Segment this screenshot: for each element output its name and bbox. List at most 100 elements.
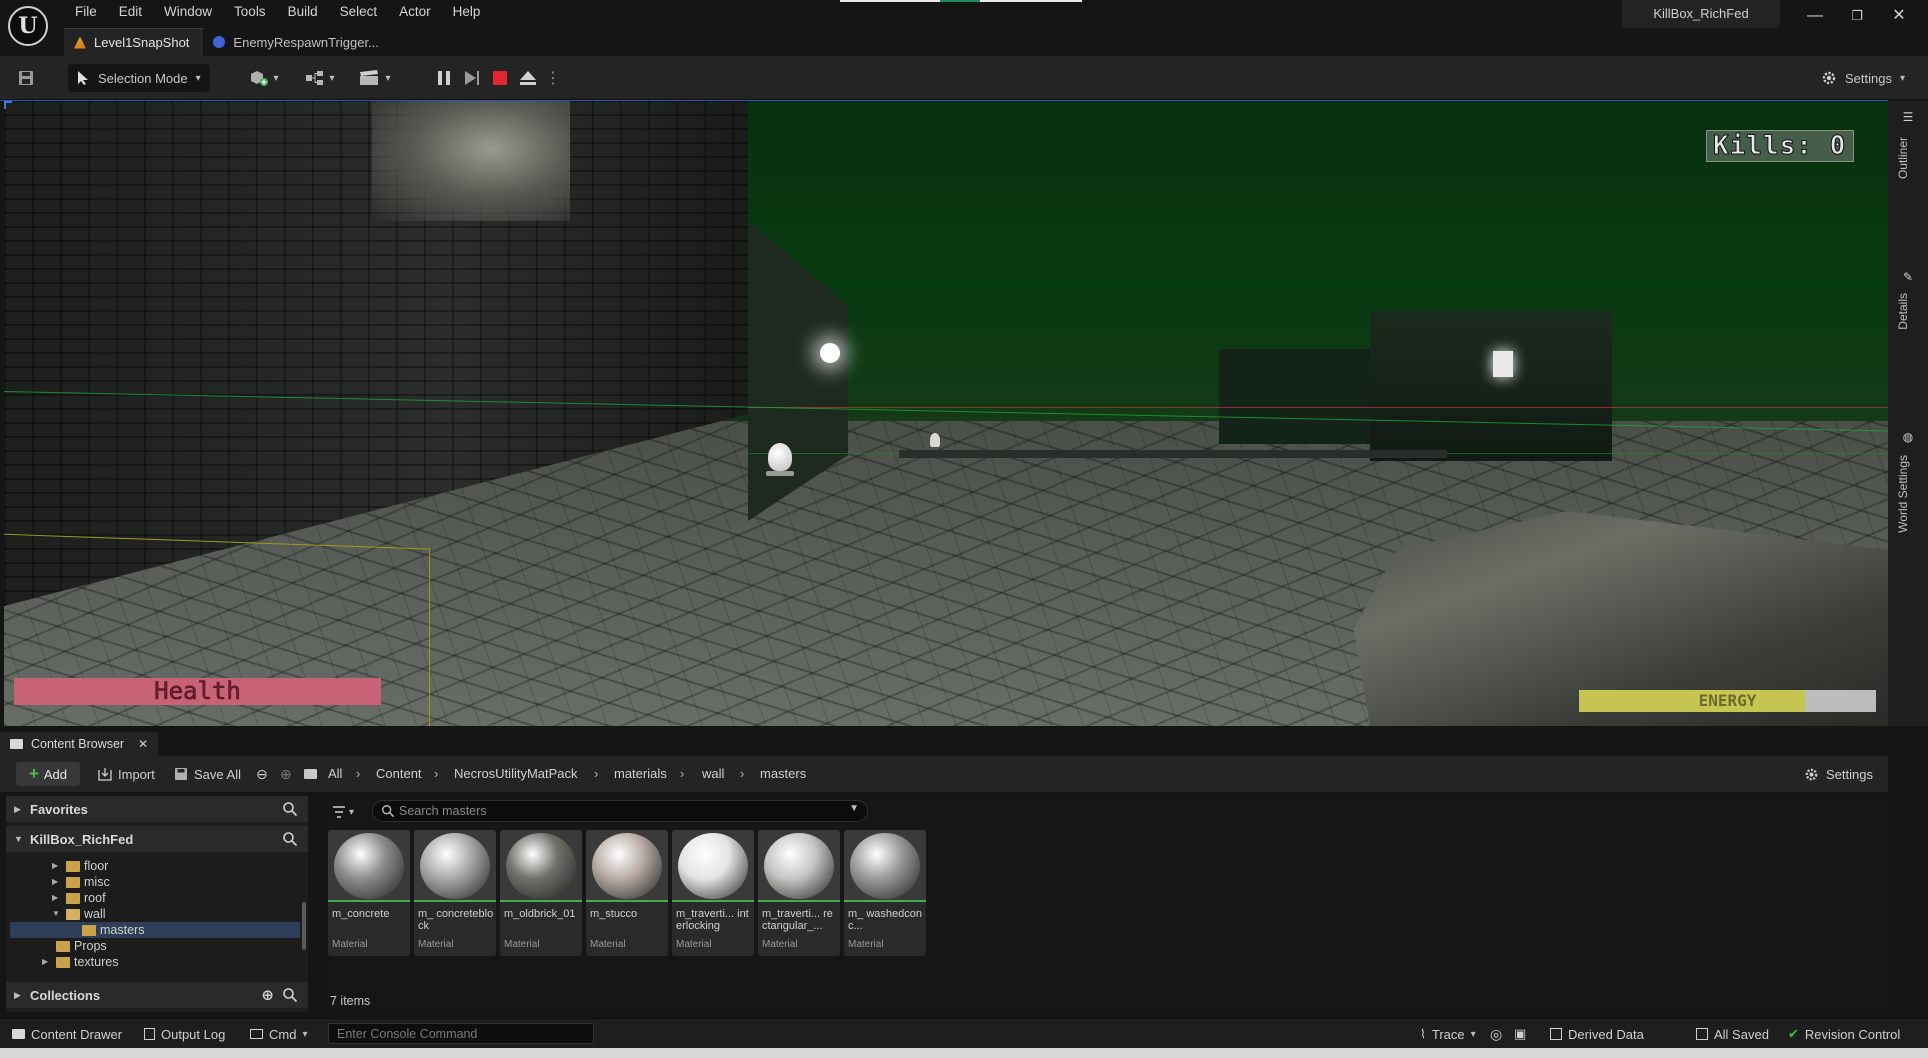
close-window-button[interactable]: ✕ [1880, 2, 1918, 30]
step-button[interactable] [460, 64, 484, 92]
tree-item-floor[interactable]: ▶ floor [52, 858, 108, 874]
search-icon[interactable] [282, 801, 298, 817]
forward-icon[interactable]: ⊕ [280, 762, 292, 786]
eject-button[interactable] [516, 64, 540, 92]
menu-select[interactable]: Select [329, 2, 389, 22]
collections-label: Collections [30, 987, 101, 1003]
add-label: Add [43, 766, 68, 782]
tab-level1snapshot[interactable]: Level1SnapShot [64, 28, 204, 56]
breadcrumb-masters[interactable]: masters [760, 762, 806, 786]
revision-control-button[interactable]: ✔ Revision Control [1788, 1024, 1900, 1044]
content-drawer-button[interactable]: Content Drawer [12, 1024, 122, 1044]
clapperboard-icon [360, 70, 379, 85]
content-browser-tab[interactable]: Content Browser ✕ [0, 732, 159, 756]
pause-button[interactable] [432, 64, 456, 92]
output-log-button[interactable]: Output Log [144, 1024, 225, 1044]
tree-item-textures[interactable]: ▶ textures [42, 954, 118, 970]
screenshot-icon[interactable]: ▣ [1514, 1024, 1526, 1044]
cursor-icon [78, 71, 88, 85]
save-icon[interactable] [12, 64, 40, 92]
console-command-input[interactable] [328, 1023, 594, 1044]
asset-tile[interactable]: m_concrete Material [328, 830, 410, 956]
gear-icon [1805, 768, 1818, 780]
search-icon[interactable] [282, 831, 298, 847]
browse-folder-icon[interactable] [304, 762, 317, 786]
tab-details[interactable]: Details [1896, 293, 1910, 330]
selection-mode-dropdown[interactable]: Selection Mode ▾ [68, 64, 210, 92]
record-icon[interactable]: ◎ [1490, 1024, 1502, 1044]
stop-button[interactable] [488, 64, 512, 92]
menu-window[interactable]: Window [153, 2, 223, 22]
project-root-header[interactable]: ▼ KillBox_RichFed [6, 826, 308, 852]
unreal-logo-icon[interactable]: U [8, 6, 48, 46]
menu-actor[interactable]: Actor [388, 2, 442, 22]
import-button[interactable]: Import [98, 762, 155, 786]
close-icon[interactable]: ✕ [138, 737, 148, 751]
cmd-dropdown[interactable]: Cmd ▾ [250, 1024, 307, 1044]
trace-button[interactable]: ⌇ Trace ▾ [1420, 1024, 1476, 1044]
import-label: Import [118, 766, 155, 782]
tree-item-props[interactable]: Props [42, 938, 107, 954]
asset-type: Material [418, 939, 454, 950]
search-input[interactable] [399, 803, 839, 819]
tab-world-settings[interactable]: World Settings [1896, 455, 1910, 533]
asset-tile[interactable]: m_oldbrick_01 Material [500, 830, 582, 956]
back-icon[interactable]: ⊖ [256, 762, 268, 786]
level-viewport[interactable] [4, 101, 1888, 726]
tree-item-misc[interactable]: ▶ misc [52, 874, 110, 890]
asset-tile[interactable]: m_traverti... interlocking Material [672, 830, 754, 956]
asset-tile[interactable]: m_ concreteblock Material [414, 830, 496, 956]
content-browser-settings-button[interactable]: Settings [1804, 762, 1873, 786]
add-button[interactable]: + Add [16, 762, 80, 786]
blueprint-tools-button[interactable]: ▾ [300, 64, 340, 92]
save-all-button[interactable]: Save All [174, 762, 241, 786]
tree-item-wall[interactable]: ▼ wall [52, 906, 106, 922]
tree-item-label: roof [84, 891, 106, 905]
breadcrumb-necrosutilitymatpack[interactable]: NecrosUtilityMatPack [454, 762, 578, 786]
collections-header[interactable]: ▶ Collections ⊕ [6, 982, 308, 1008]
chevron-down-icon: ▼ [14, 834, 23, 844]
tree-item-masters[interactable]: masters [68, 922, 144, 938]
revision-check-icon: ✔ [1788, 1026, 1799, 1041]
more-options-icon[interactable]: ⋮ [545, 64, 561, 92]
actor-marker-icon[interactable] [930, 433, 940, 447]
add-collection-icon[interactable]: ⊕ [261, 986, 274, 1004]
breadcrumb-materials[interactable]: materials [614, 762, 667, 786]
favorites-header[interactable]: ▶ Favorites [6, 796, 308, 822]
minimize-button[interactable]: — [1796, 2, 1834, 30]
tab-outliner[interactable]: Outliner [1896, 137, 1910, 179]
cinematics-button[interactable]: ▾ [354, 64, 396, 92]
asset-type: Material [332, 939, 368, 950]
tab-label: Level1SnapShot [94, 35, 190, 50]
asset-tile[interactable]: m_traverti... rectangular_... Material [758, 830, 840, 956]
side-panel-tabs: ☰ Outliner ✎ Details ◍ World Settings [1888, 101, 1928, 726]
folder-icon [66, 860, 80, 872]
search-icon[interactable] [282, 987, 298, 1003]
tree-scrollbar[interactable] [302, 902, 306, 950]
breadcrumb-content[interactable]: Content [376, 762, 422, 786]
menu-tools[interactable]: Tools [223, 2, 277, 22]
tree-item-roof[interactable]: ▶ roof [52, 890, 106, 906]
asset-tile[interactable]: m_ washedconc... Material [844, 830, 926, 956]
menu-build[interactable]: Build [277, 2, 329, 22]
add-actor-button[interactable]: ▾ [244, 64, 284, 92]
chevron-down-icon[interactable]: ▼ [849, 803, 859, 814]
content-drawer-label: Content Drawer [31, 1026, 123, 1042]
restore-button[interactable]: ❐ [1838, 2, 1876, 30]
asset-tile[interactable]: m_stucco Material [586, 830, 668, 956]
menu-edit[interactable]: Edit [108, 2, 153, 22]
asset-search[interactable]: ▼ [372, 800, 868, 822]
filter-button[interactable]: ▾ [332, 802, 366, 822]
menu-help[interactable]: Help [442, 2, 492, 22]
player-start-icon[interactable] [766, 443, 794, 477]
chevron-right-icon: ▶ [52, 893, 59, 902]
breadcrumb-all[interactable]: All [328, 762, 342, 786]
menu-file[interactable]: File [64, 2, 108, 22]
folder-icon [12, 1029, 25, 1039]
tab-enemyrespawntrigger[interactable]: EnemyRespawnTrigger... [203, 28, 392, 56]
step-forward-icon [465, 71, 476, 85]
settings-button[interactable]: Settings ▾ [1808, 64, 1918, 92]
breadcrumb-wall[interactable]: wall [702, 762, 724, 786]
all-saved-button[interactable]: All Saved [1696, 1024, 1769, 1044]
derived-data-button[interactable]: Derived Data [1550, 1024, 1644, 1044]
